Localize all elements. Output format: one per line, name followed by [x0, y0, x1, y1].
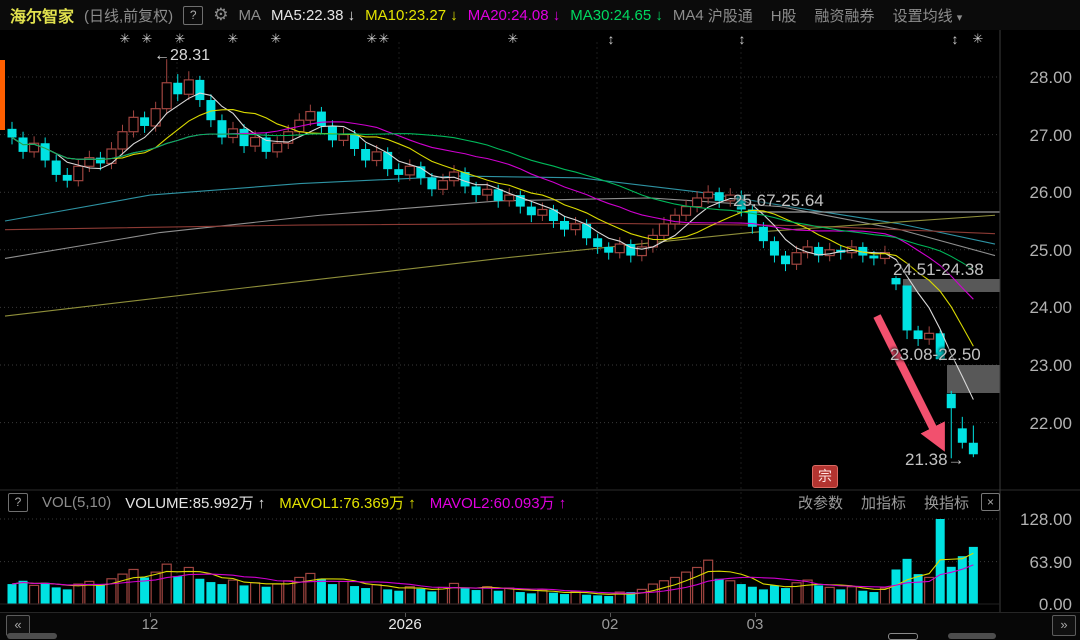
link-h-share[interactable]: H股: [771, 5, 797, 26]
help-icon[interactable]: ?: [8, 493, 28, 512]
x-axis-label-mar: 03: [747, 616, 764, 633]
down-arrow-icon: ↓: [655, 7, 663, 24]
gap-annotation-3: 23.08-22.50: [890, 345, 981, 365]
dividend-marker-icon[interactable]: ✳: [142, 31, 153, 47]
ma5-reading: MA5:22.38 ↓: [271, 7, 355, 24]
chart-mode-label: (日线,前复权): [84, 5, 173, 26]
down-arrow-icon: ↓: [348, 7, 356, 24]
ma40-truncated-label: MA4: [673, 7, 704, 24]
link-hu-gu-tong[interactable]: 沪股通: [708, 5, 753, 26]
dividend-marker-icon[interactable]: ✳: [379, 31, 390, 47]
close-icon[interactable]: ×: [981, 493, 1000, 511]
gear-icon[interactable]: ⚙: [213, 5, 228, 25]
updown-marker-icon[interactable]: ↕: [739, 31, 746, 47]
axis-tick-label: 25.00: [1002, 241, 1072, 261]
low-price-annotation: 21.38→: [905, 450, 965, 470]
scrollbar-thumb-left[interactable]: [7, 633, 57, 639]
mavol1-reading: MAVOL1:76.369万 ↑: [279, 492, 415, 513]
dividend-marker-icon[interactable]: ✳: [228, 31, 239, 47]
scrollbar-thumb-right[interactable]: [948, 633, 996, 639]
up-arrow-icon: ↑: [559, 495, 567, 512]
down-arrow-icon: ↓: [553, 7, 561, 24]
x-axis-label-dec: 12: [142, 616, 159, 633]
volume-reading: VOLUME:85.992万 ↑: [125, 492, 265, 513]
stock-chart-app: { "header": { "symbol": "海尔智家", "mode": …: [0, 0, 1080, 639]
ma-group-label: MA: [238, 7, 261, 24]
dividend-marker-icon[interactable]: ✳: [973, 31, 984, 47]
axis-tick-label: 23.00: [1002, 356, 1072, 376]
ma30-reading: MA30:24.65 ↓: [570, 7, 663, 24]
axis-tick-label: 28.00: [1002, 68, 1072, 88]
ma20-reading: MA20:24.08 ↓: [468, 7, 561, 24]
help-icon[interactable]: ?: [183, 6, 203, 25]
dividend-marker-icon[interactable]: ✳: [175, 31, 186, 47]
axis-tick-label: 63.90: [1002, 553, 1072, 573]
gap-annotation-1: 25.67-25.64: [733, 191, 824, 211]
up-arrow-icon: ↑: [258, 495, 266, 512]
down-arrow-icon: ↓: [450, 7, 458, 24]
peak-price-annotation: ←28.31: [154, 47, 210, 65]
axis-tick-label: 26.00: [1002, 183, 1072, 203]
axis-tick-label: 27.00: [1002, 126, 1072, 146]
add-indicator-button[interactable]: 加指标: [861, 492, 906, 513]
dividend-marker-icon[interactable]: ✳: [508, 31, 519, 47]
zong-event-badge[interactable]: 宗: [812, 465, 838, 488]
gap-annotation-2: 24.51-24.38: [893, 260, 984, 280]
axis-tick-label: 128.00: [1002, 510, 1072, 530]
axis-tick-label: 22.00: [1002, 414, 1072, 434]
scroll-right-button[interactable]: »: [1052, 615, 1076, 636]
ma-settings-menu[interactable]: 设置均线 ▾: [893, 5, 963, 26]
axis-tick-label: 24.00: [1002, 298, 1072, 318]
chart-header: 海尔智家 (日线,前复权) ? ⚙ MA MA5:22.38 ↓ MA10:23…: [0, 0, 1080, 30]
dividend-marker-icon[interactable]: ✳: [367, 31, 378, 47]
volume-header: ? VOL(5,10) VOLUME:85.992万 ↑ MAVOL1:76.3…: [8, 492, 566, 512]
mavol2-reading: MAVOL2:60.093万 ↑: [430, 492, 566, 513]
dividend-marker-icon[interactable]: ✳: [120, 31, 131, 47]
vol-indicator-label: VOL(5,10): [42, 494, 111, 511]
x-axis-label-2026: 2026: [388, 616, 421, 633]
dividend-marker-icon[interactable]: ✳: [271, 31, 282, 47]
link-margin-trading[interactable]: 融资融券: [815, 5, 875, 26]
change-params-button[interactable]: 改参数: [798, 492, 843, 513]
updown-marker-icon[interactable]: ↕: [608, 31, 615, 47]
switch-indicator-button[interactable]: 换指标: [924, 492, 969, 513]
time-axis-bar: « » 12 2026 02 03: [0, 612, 1080, 640]
left-edge-candle-fragment: [0, 60, 5, 130]
chevron-down-icon: ▾: [957, 12, 963, 24]
ma10-reading: MA10:23.27 ↓: [365, 7, 458, 24]
stock-name: 海尔智家: [10, 3, 74, 27]
updown-marker-icon[interactable]: ↕: [952, 31, 959, 47]
price-volume-chart[interactable]: [0, 30, 1080, 612]
x-axis-label-feb: 02: [602, 616, 619, 633]
up-arrow-icon: ↑: [408, 495, 416, 512]
